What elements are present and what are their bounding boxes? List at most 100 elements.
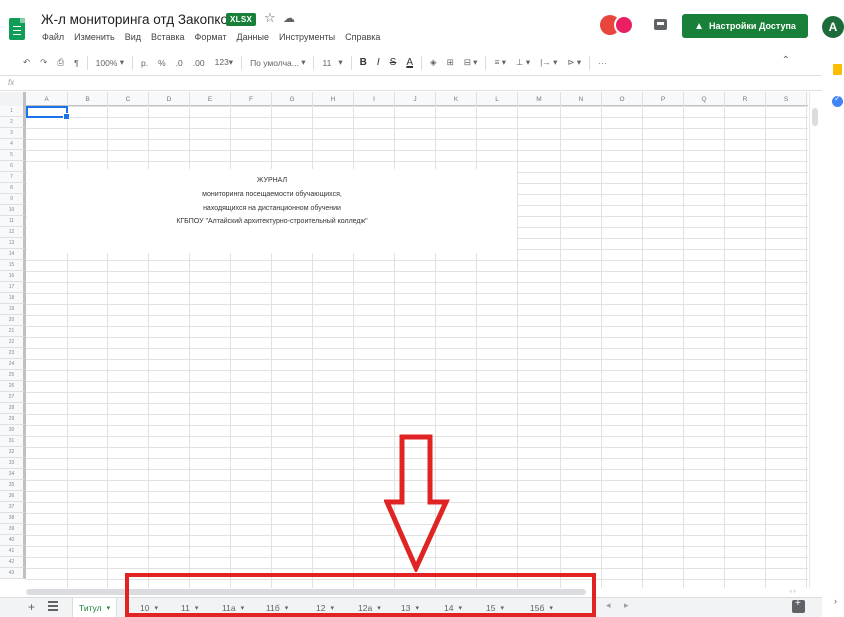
row-header[interactable]: 8 xyxy=(0,183,26,194)
chevron-right-icon[interactable]: › xyxy=(834,596,837,606)
horizontal-align-icon[interactable]: ≡ ▾ xyxy=(489,57,511,68)
row-header[interactable]: 32 xyxy=(0,447,26,458)
borders-icon[interactable]: ⊞ xyxy=(442,57,459,68)
row-header[interactable]: 2 xyxy=(0,117,26,128)
redo-icon[interactable]: ↷ xyxy=(35,57,52,68)
percent-format-button[interactable]: % xyxy=(153,58,171,68)
tab-scroll-left-icon[interactable]: ◂ xyxy=(606,600,611,611)
font-size-select[interactable]: 11 ▾ xyxy=(317,57,347,68)
currency-format-button[interactable]: р. xyxy=(136,58,153,68)
column-header[interactable]: R xyxy=(725,92,766,106)
row-header[interactable]: 38 xyxy=(0,513,26,524)
star-icon[interactable]: ☆ xyxy=(264,10,276,26)
vertical-align-icon[interactable]: ⊥ ▾ xyxy=(511,57,535,68)
text-wrap-icon[interactable]: |→ ▾ xyxy=(535,57,562,68)
column-header[interactable]: J xyxy=(395,92,436,106)
row-header[interactable]: 10 xyxy=(0,205,26,216)
text-rotation-icon[interactable]: ⊳ ▾ xyxy=(562,57,586,68)
scroll-nav-arrows[interactable]: ‹ › xyxy=(790,589,796,595)
menu-data[interactable]: Данные xyxy=(236,32,269,42)
vertical-scrollbar[interactable] xyxy=(809,92,822,588)
collaborator-avatar[interactable] xyxy=(614,15,634,35)
row-header[interactable]: 42 xyxy=(0,557,26,568)
row-header[interactable]: 31 xyxy=(0,436,26,447)
comment-history-icon[interactable] xyxy=(654,19,667,30)
column-header[interactable]: M xyxy=(518,92,561,106)
strikethrough-button[interactable]: S xyxy=(385,57,402,68)
row-header[interactable]: 28 xyxy=(0,403,26,414)
row-header[interactable]: 17 xyxy=(0,282,26,293)
row-header[interactable]: 18 xyxy=(0,293,26,304)
row-header[interactable]: 34 xyxy=(0,469,26,480)
row-header[interactable]: 19 xyxy=(0,304,26,315)
column-header[interactable]: E xyxy=(190,92,231,106)
menu-file[interactable]: Файл xyxy=(42,32,64,42)
row-header[interactable]: 12 xyxy=(0,227,26,238)
decrease-decimal-button[interactable]: .0 xyxy=(171,58,188,68)
tasks-icon[interactable] xyxy=(832,94,843,107)
row-header[interactable]: 7 xyxy=(0,172,26,183)
account-avatar[interactable]: A xyxy=(822,16,844,38)
number-format-select[interactable]: 123▾ xyxy=(210,57,238,68)
column-header[interactable]: H xyxy=(313,92,354,106)
keep-icon[interactable] xyxy=(833,64,842,75)
column-header[interactable]: C xyxy=(108,92,149,106)
column-header[interactable]: N xyxy=(561,92,602,106)
row-header[interactable]: 43 xyxy=(0,568,26,579)
row-header[interactable]: 16 xyxy=(0,271,26,282)
undo-icon[interactable]: ↶ xyxy=(18,57,35,68)
chevron-down-icon[interactable]: ▾ xyxy=(107,604,111,612)
column-header[interactable]: A xyxy=(26,92,68,106)
row-header[interactable]: 11 xyxy=(0,216,26,227)
row-header[interactable]: 6 xyxy=(0,161,26,172)
column-header[interactable]: Q xyxy=(684,92,725,106)
increase-decimal-button[interactable]: .00 xyxy=(188,58,210,68)
row-header[interactable]: 14 xyxy=(0,249,26,260)
column-header[interactable]: G xyxy=(272,92,313,106)
row-header[interactable]: 35 xyxy=(0,480,26,491)
row-header[interactable]: 4 xyxy=(0,139,26,150)
sheets-logo-icon[interactable] xyxy=(9,18,25,40)
row-header[interactable]: 13 xyxy=(0,238,26,249)
row-header[interactable]: 33 xyxy=(0,458,26,469)
row-header[interactable]: 25 xyxy=(0,370,26,381)
row-header[interactable]: 20 xyxy=(0,315,26,326)
row-header[interactable]: 30 xyxy=(0,425,26,436)
row-header[interactable]: 37 xyxy=(0,502,26,513)
menu-edit[interactable]: Изменить xyxy=(74,32,115,42)
column-header[interactable]: O xyxy=(602,92,643,106)
column-header[interactable]: D xyxy=(149,92,190,106)
italic-button[interactable]: I xyxy=(372,57,385,68)
row-header[interactable]: 1 xyxy=(0,106,26,117)
print-icon[interactable]: ⎙ xyxy=(52,57,69,68)
row-header[interactable]: 26 xyxy=(0,381,26,392)
text-color-button[interactable]: A xyxy=(401,57,418,68)
fill-color-icon[interactable]: ◈ xyxy=(425,57,442,68)
row-header[interactable]: 22 xyxy=(0,337,26,348)
menu-format[interactable]: Формат xyxy=(195,32,227,42)
more-options-button[interactable]: ··· xyxy=(593,58,612,68)
row-header[interactable]: 5 xyxy=(0,150,26,161)
menu-tools[interactable]: Инструменты xyxy=(279,32,335,42)
column-header[interactable]: S xyxy=(766,92,807,106)
font-select[interactable]: По умолча... ▾ xyxy=(245,57,310,68)
collapse-menu-icon[interactable]: ⌃ xyxy=(782,55,790,66)
selected-cell-a1[interactable] xyxy=(26,106,70,120)
formula-bar[interactable]: fx xyxy=(0,77,822,91)
select-all-corner[interactable] xyxy=(0,92,26,106)
row-header[interactable]: 3 xyxy=(0,128,26,139)
row-header[interactable]: 40 xyxy=(0,535,26,546)
column-header[interactable]: F xyxy=(231,92,272,106)
paint-format-icon[interactable]: ¶ xyxy=(69,58,84,68)
cloud-status-icon[interactable]: ☁ xyxy=(283,11,295,25)
row-header[interactable]: 24 xyxy=(0,359,26,370)
row-header[interactable]: 36 xyxy=(0,491,26,502)
document-title[interactable]: Ж-л мониторинга отд Закопко xyxy=(41,12,228,27)
row-header[interactable]: 27 xyxy=(0,392,26,403)
all-sheets-icon[interactable] xyxy=(48,601,58,611)
column-header[interactable]: P xyxy=(643,92,684,106)
menu-view[interactable]: Вид xyxy=(125,32,141,42)
bold-button[interactable]: B xyxy=(355,57,372,68)
sheet-tab-active[interactable]: Титул ▾ xyxy=(72,598,118,617)
share-button[interactable]: ▲ Настройки Доступа xyxy=(682,14,808,38)
